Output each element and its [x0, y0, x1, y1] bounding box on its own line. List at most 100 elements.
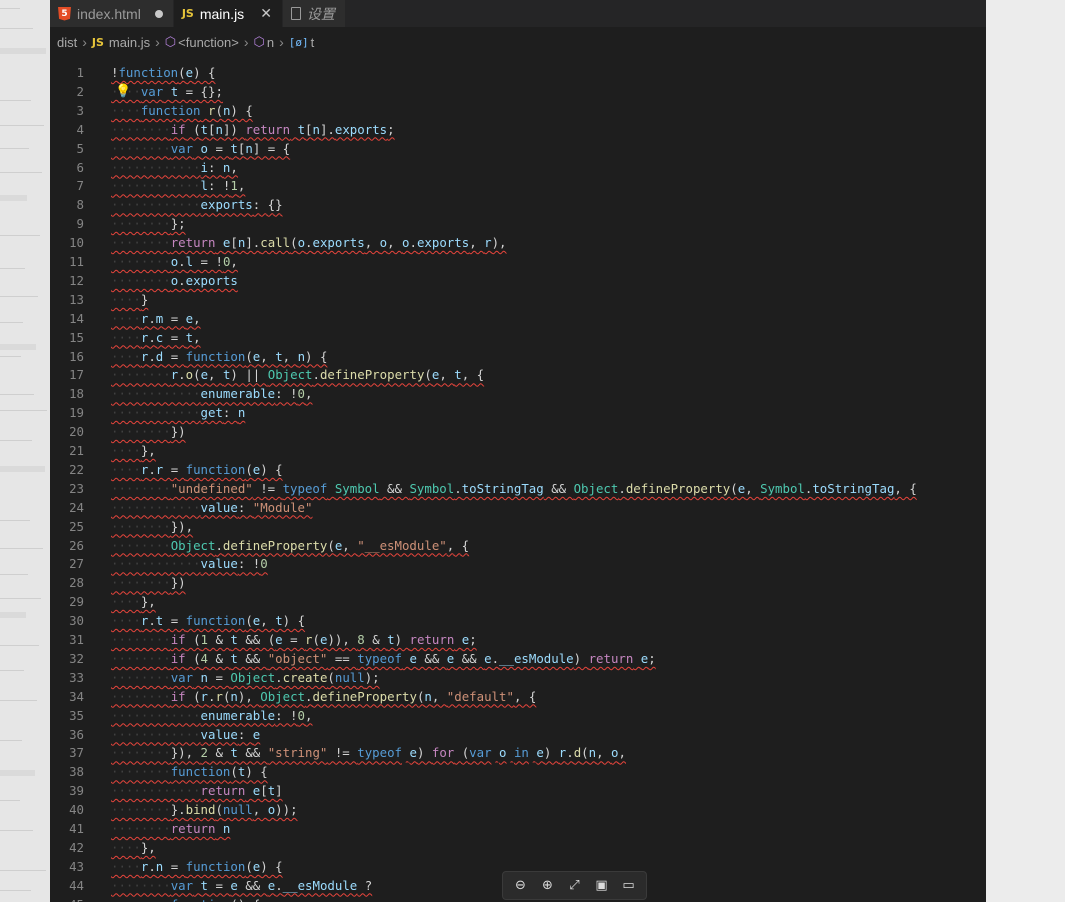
line-number: 15 — [69, 329, 84, 345]
background-line — [0, 870, 46, 871]
code-line[interactable]: ············l: !1, — [111, 176, 245, 195]
tab-bar: 5 index.html JS main.js ✕ 设置 — [50, 0, 986, 27]
breadcrumb-scope[interactable]: <function> — [178, 35, 239, 50]
code-line[interactable]: ············value: "Module" — [111, 498, 312, 517]
code-line[interactable]: ········var n = Object.create(null); — [111, 668, 380, 687]
code-line[interactable]: ····r.n = function(e) { — [111, 857, 283, 876]
line-number: 26 — [69, 537, 84, 553]
zoom-in-icon: ⊕ — [542, 878, 553, 893]
breadcrumb-folder[interactable]: dist — [57, 35, 77, 50]
background-line — [0, 645, 39, 646]
background-line — [0, 28, 33, 29]
code-line[interactable]: ········return e[n].call(o.exports, o, o… — [111, 233, 507, 252]
background-line — [0, 890, 31, 891]
comment-button[interactable]: ▭ — [615, 872, 642, 899]
code-line[interactable]: ········return n — [111, 819, 230, 838]
code-line[interactable]: ········Object.defineProperty(e, "__esMo… — [111, 536, 469, 555]
code-line[interactable]: ············value: !0 — [111, 554, 268, 573]
zoom-out-button[interactable]: ⊖ — [507, 872, 534, 899]
unsaved-dot-icon[interactable] — [154, 9, 163, 18]
zoom-in-button[interactable]: ⊕ — [534, 872, 561, 899]
comment-icon: ▭ — [622, 878, 635, 893]
expand-icon: ⤢ — [569, 878, 580, 893]
code-line[interactable]: ········o.exports — [111, 271, 238, 290]
line-number: 22 — [69, 461, 84, 477]
fit-button[interactable]: ⤢ — [561, 872, 588, 899]
code-line[interactable]: ········if (1 & t && (e = r(e)), 8 & t) … — [111, 630, 477, 649]
line-number: 30 — [69, 613, 84, 629]
code-line[interactable]: ········if (t[n]) return t[n].exports; — [111, 120, 395, 139]
code-line[interactable]: ········var o = t[n] = { — [111, 139, 290, 158]
code-line[interactable]: ····}, — [111, 592, 156, 611]
code-line[interactable]: ········"undefined" != typeof Symbol && … — [111, 479, 917, 498]
background-line — [0, 670, 24, 671]
code-line[interactable]: ····r.t = function(e, t) { — [111, 611, 305, 630]
code-line[interactable]: ········}.bind(null, o)); — [111, 800, 298, 819]
code-line[interactable]: ········}) — [111, 573, 186, 592]
code-line[interactable]: ········function(t) { — [111, 762, 268, 781]
background-line — [0, 800, 20, 801]
background-line — [0, 100, 31, 101]
code-line[interactable]: ····r.m = e, — [111, 309, 201, 328]
background-line — [0, 410, 47, 411]
symbol-method-icon: ⬡ — [164, 34, 177, 49]
background-panel-right — [986, 0, 1065, 902]
code-line[interactable]: ····r.c = t, — [111, 328, 201, 347]
code-line[interactable]: ····function r(n) { — [111, 101, 253, 120]
code-editor[interactable]: 5 index.html JS main.js ✕ 设置 dist › JS m… — [50, 0, 986, 902]
code-line[interactable]: ············enumerable: !0, — [111, 706, 312, 725]
background-line — [0, 612, 26, 618]
code-line[interactable]: ············i: n, — [111, 158, 238, 177]
breadcrumb-variable[interactable]: t — [311, 35, 315, 50]
background-line — [0, 322, 23, 323]
code-line[interactable]: ············exports: {} — [111, 195, 283, 214]
background-line — [0, 770, 35, 776]
line-number: 28 — [69, 575, 84, 591]
code-line[interactable]: ········if (4 & t && "object" == typeof … — [111, 649, 656, 668]
tab-settings[interactable]: 设置 — [282, 0, 346, 27]
screen-button[interactable]: ▣ — [588, 872, 615, 899]
code-line[interactable]: ········o.l = !0, — [111, 252, 238, 271]
code-line[interactable]: ········var t = e && e.__esModule ? — [111, 876, 372, 895]
code-line[interactable]: ····}, — [111, 838, 156, 857]
background-line — [0, 574, 28, 575]
breadcrumb-symbol[interactable]: n — [267, 35, 274, 50]
lightbulb-icon[interactable]: 💡 — [115, 82, 131, 101]
floating-toolbar: ⊖ ⊕ ⤢ ▣ ▭ — [502, 871, 647, 900]
code-line[interactable]: ····r.r = function(e) { — [111, 460, 283, 479]
line-number: 43 — [69, 858, 84, 874]
background-line — [0, 830, 33, 831]
close-icon[interactable]: ✕ — [260, 5, 272, 22]
tab-index-html[interactable]: 5 index.html — [50, 0, 174, 27]
code-line[interactable]: ····}, — [111, 441, 156, 460]
line-number: 25 — [69, 518, 84, 534]
code-line[interactable]: ············get: n — [111, 403, 245, 422]
line-number: 14 — [69, 310, 84, 326]
line-number: 2 — [76, 83, 84, 99]
tab-main-js[interactable]: JS main.js ✕ — [173, 0, 283, 27]
chevron-right-icon: › — [243, 34, 249, 50]
line-number: 24 — [69, 499, 84, 515]
code-line[interactable]: !function(e) { — [111, 63, 215, 82]
code-line[interactable]: ········}), 2 & t && "string" != typeof … — [111, 743, 626, 762]
tab-label: main.js — [199, 5, 245, 22]
code-line[interactable]: ············return e[t] — [111, 781, 283, 800]
line-number: 19 — [69, 405, 84, 421]
line-number: 42 — [69, 839, 84, 855]
code-line[interactable]: ········function() { — [111, 895, 260, 902]
line-number: 39 — [69, 783, 84, 799]
code-line[interactable]: ········}), — [111, 517, 193, 536]
code-line[interactable]: ········}) — [111, 422, 186, 441]
code-line[interactable]: ····r.d = function(e, t, n) { — [111, 347, 327, 366]
code-line[interactable]: ············enumerable: !0, — [111, 384, 312, 403]
line-number: 23 — [69, 480, 84, 496]
background-line — [0, 8, 20, 9]
breadcrumb-file[interactable]: main.js — [109, 35, 150, 50]
background-line — [0, 598, 41, 599]
code-line[interactable]: ············value: e — [111, 725, 260, 744]
code-line[interactable]: ····} — [111, 290, 148, 309]
tab-label: 设置 — [306, 5, 335, 22]
code-line[interactable]: ········if (r.r(n), Object.definePropert… — [111, 687, 536, 706]
code-line[interactable]: ········}; — [111, 214, 186, 233]
code-line[interactable]: ········r.o(e, t) || Object.defineProper… — [111, 365, 484, 384]
